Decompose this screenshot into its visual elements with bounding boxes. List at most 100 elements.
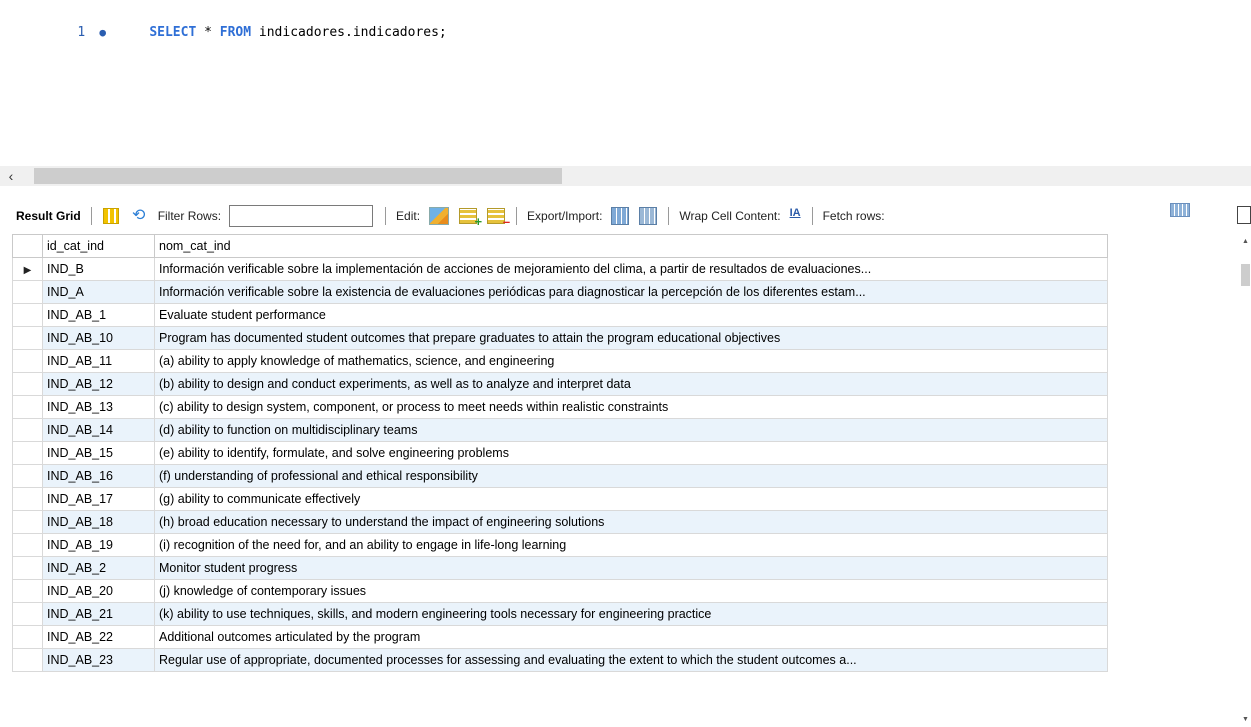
row-marker[interactable] bbox=[12, 510, 43, 534]
table-row[interactable]: IND_AB_12 (b) ability to design and condu… bbox=[12, 372, 1108, 396]
sql-editor[interactable]: 1 ● SELECT * FROM indicadores.indicadores; bbox=[0, 0, 1251, 165]
cell-nom-cat-ind[interactable]: Monitor student progress bbox=[154, 556, 1108, 580]
cell-id-cat-ind[interactable]: IND_AB_15 bbox=[42, 441, 155, 465]
cell-id-cat-ind[interactable]: IND_AB_21 bbox=[42, 602, 155, 626]
cell-nom-cat-ind[interactable]: (d) ability to function on multidiscipli… bbox=[154, 418, 1108, 442]
cell-nom-cat-ind[interactable]: Información verificable sobre la impleme… bbox=[154, 257, 1108, 281]
cell-nom-cat-ind[interactable]: Additional outcomes articulated by the p… bbox=[154, 625, 1108, 649]
row-marker[interactable] bbox=[12, 303, 43, 327]
grid-layout-icon[interactable] bbox=[102, 208, 119, 224]
cell-nom-cat-ind[interactable]: (g) ability to communicate effectively bbox=[154, 487, 1108, 511]
scroll-down-icon[interactable]: ▼ bbox=[1242, 716, 1249, 723]
cell-nom-cat-ind[interactable]: Información verificable sobre la existen… bbox=[154, 280, 1108, 304]
delete-row-icon[interactable] bbox=[487, 208, 510, 229]
row-marker[interactable] bbox=[12, 418, 43, 442]
table-row[interactable]: IND_AB_22 Additional outcomes articulated… bbox=[12, 625, 1108, 649]
wrap-cell-content-label: Wrap Cell Content: bbox=[679, 209, 781, 223]
cell-nom-cat-ind[interactable]: Evaluate student performance bbox=[154, 303, 1108, 327]
cell-nom-cat-ind[interactable]: (j) knowledge of contemporary issues bbox=[154, 579, 1108, 603]
table-row[interactable]: IND_AB_11 (a) ability to apply knowledge … bbox=[12, 349, 1108, 373]
table-row[interactable]: IND_AB_19 (i) recognition of the need for… bbox=[12, 533, 1108, 557]
cell-id-cat-ind[interactable]: IND_AB_19 bbox=[42, 533, 155, 557]
row-marker[interactable] bbox=[12, 464, 43, 488]
column-header-id-cat-ind[interactable]: id_cat_ind bbox=[42, 234, 155, 258]
table-reference: indicadores.indicadores; bbox=[251, 25, 447, 40]
row-marker[interactable] bbox=[12, 395, 43, 419]
cell-nom-cat-ind[interactable]: Regular use of appropriate, documented p… bbox=[154, 648, 1108, 672]
column-header-nom-cat-ind[interactable]: nom_cat_ind bbox=[154, 234, 1108, 258]
table-row[interactable]: IND_AB_21 (k) ability to use techniques, … bbox=[12, 602, 1108, 626]
cell-id-cat-ind[interactable]: IND_AB_23 bbox=[42, 648, 155, 672]
wrap-text-icon[interactable]: IA bbox=[790, 207, 801, 225]
row-marker[interactable] bbox=[12, 326, 43, 350]
vertical-scroll-thumb[interactable] bbox=[1241, 264, 1250, 286]
import-icon[interactable] bbox=[639, 207, 658, 225]
cell-nom-cat-ind[interactable]: (b) ability to design and conduct experi… bbox=[154, 372, 1108, 396]
row-marker[interactable]: ▶ bbox=[12, 257, 43, 281]
filter-rows-label: Filter Rows: bbox=[157, 209, 222, 223]
cell-id-cat-ind[interactable]: IND_AB_2 bbox=[42, 556, 155, 580]
scroll-thumb[interactable] bbox=[34, 168, 562, 184]
cell-nom-cat-ind[interactable]: (h) broad education necessary to underst… bbox=[154, 510, 1108, 534]
table-row[interactable]: IND_AB_17 (g) ability to communicate effe… bbox=[12, 487, 1108, 511]
cell-id-cat-ind[interactable]: IND_A bbox=[42, 280, 155, 304]
row-marker[interactable] bbox=[12, 372, 43, 396]
cell-nom-cat-ind[interactable]: (f) understanding of professional and et… bbox=[154, 464, 1108, 488]
grid-vertical-scrollbar[interactable]: ▲ ▼ bbox=[1240, 234, 1251, 727]
row-marker[interactable] bbox=[12, 602, 43, 626]
row-marker[interactable] bbox=[12, 280, 43, 304]
cell-id-cat-ind[interactable]: IND_B bbox=[42, 257, 155, 281]
separator bbox=[811, 207, 813, 225]
row-marker[interactable] bbox=[12, 556, 43, 580]
cell-nom-cat-ind[interactable]: (k) ability to use techniques, skills, a… bbox=[154, 602, 1108, 626]
cell-id-cat-ind[interactable]: IND_AB_22 bbox=[42, 625, 155, 649]
edit-cell-icon[interactable] bbox=[429, 207, 450, 225]
editor-horizontal-scrollbar[interactable]: ‹ bbox=[0, 166, 1251, 186]
table-row[interactable]: ▶ IND_B Información verificable sobre la i… bbox=[12, 257, 1108, 281]
cell-id-cat-ind[interactable]: IND_AB_18 bbox=[42, 510, 155, 534]
filter-rows-input[interactable] bbox=[229, 205, 374, 227]
cell-nom-cat-ind[interactable]: Program has documented student outcomes … bbox=[154, 326, 1108, 350]
table-row[interactable]: IND_AB_20 (j) knowledge of contemporary i… bbox=[12, 579, 1108, 603]
add-row-icon[interactable] bbox=[459, 208, 482, 229]
cell-id-cat-ind[interactable]: IND_AB_12 bbox=[42, 372, 155, 396]
cell-id-cat-ind[interactable]: IND_AB_1 bbox=[42, 303, 155, 327]
table-row[interactable]: IND_AB_13 (c) ability to design system, c… bbox=[12, 395, 1108, 419]
row-marker[interactable] bbox=[12, 625, 43, 649]
result-grid-tab[interactable]: Result Grid bbox=[12, 209, 85, 223]
cell-nom-cat-ind[interactable]: (i) recognition of the need for, and an … bbox=[154, 533, 1108, 557]
table-row[interactable]: IND_AB_14 (d) ability to function on mult… bbox=[12, 418, 1108, 442]
scroll-up-icon[interactable]: ▲ bbox=[1242, 238, 1249, 245]
table-row[interactable]: IND_AB_18 (h) broad education necessary t… bbox=[12, 510, 1108, 534]
cell-id-cat-ind[interactable]: IND_AB_17 bbox=[42, 487, 155, 511]
fetch-rows-icon[interactable] bbox=[1170, 203, 1190, 217]
cell-id-cat-ind[interactable]: IND_AB_20 bbox=[42, 579, 155, 603]
row-marker[interactable] bbox=[12, 648, 43, 672]
export-icon[interactable] bbox=[611, 207, 630, 225]
table-row[interactable]: IND_AB_10 Program has documented student … bbox=[12, 326, 1108, 350]
table-row[interactable]: IND_AB_15 (e) ability to identify, formul… bbox=[12, 441, 1108, 465]
table-row[interactable]: IND_AB_23 Regular use of appropriate, doc… bbox=[12, 648, 1108, 672]
table-row[interactable]: IND_AB_1 Evaluate student performance bbox=[12, 303, 1108, 327]
row-marker[interactable] bbox=[12, 487, 43, 511]
cell-nom-cat-ind[interactable]: (e) ability to identify, formulate, and … bbox=[154, 441, 1108, 465]
code-line-1[interactable]: 1 ● SELECT * FROM indicadores.indicadores; bbox=[46, 10, 447, 55]
row-marker[interactable] bbox=[12, 579, 43, 603]
row-marker[interactable] bbox=[12, 349, 43, 373]
panel-toggle-icon[interactable] bbox=[1237, 206, 1251, 224]
cell-nom-cat-ind[interactable]: (a) ability to apply knowledge of mathem… bbox=[154, 349, 1108, 373]
cell-nom-cat-ind[interactable]: (c) ability to design system, component,… bbox=[154, 395, 1108, 419]
scroll-left-icon[interactable]: ‹ bbox=[3, 166, 19, 186]
cell-id-cat-ind[interactable]: IND_AB_11 bbox=[42, 349, 155, 373]
refresh-icon[interactable]: ⟲ bbox=[129, 207, 149, 225]
cell-id-cat-ind[interactable]: IND_AB_13 bbox=[42, 395, 155, 419]
header-row: id_cat_ind nom_cat_ind bbox=[12, 234, 1108, 258]
cell-id-cat-ind[interactable]: IND_AB_14 bbox=[42, 418, 155, 442]
cell-id-cat-ind[interactable]: IND_AB_16 bbox=[42, 464, 155, 488]
table-row[interactable]: IND_A Información verificable sobre la ex… bbox=[12, 280, 1108, 304]
cell-id-cat-ind[interactable]: IND_AB_10 bbox=[42, 326, 155, 350]
table-row[interactable]: IND_AB_2 Monitor student progress bbox=[12, 556, 1108, 580]
table-row[interactable]: IND_AB_16 (f) understanding of profession… bbox=[12, 464, 1108, 488]
row-marker[interactable] bbox=[12, 441, 43, 465]
row-marker[interactable] bbox=[12, 533, 43, 557]
